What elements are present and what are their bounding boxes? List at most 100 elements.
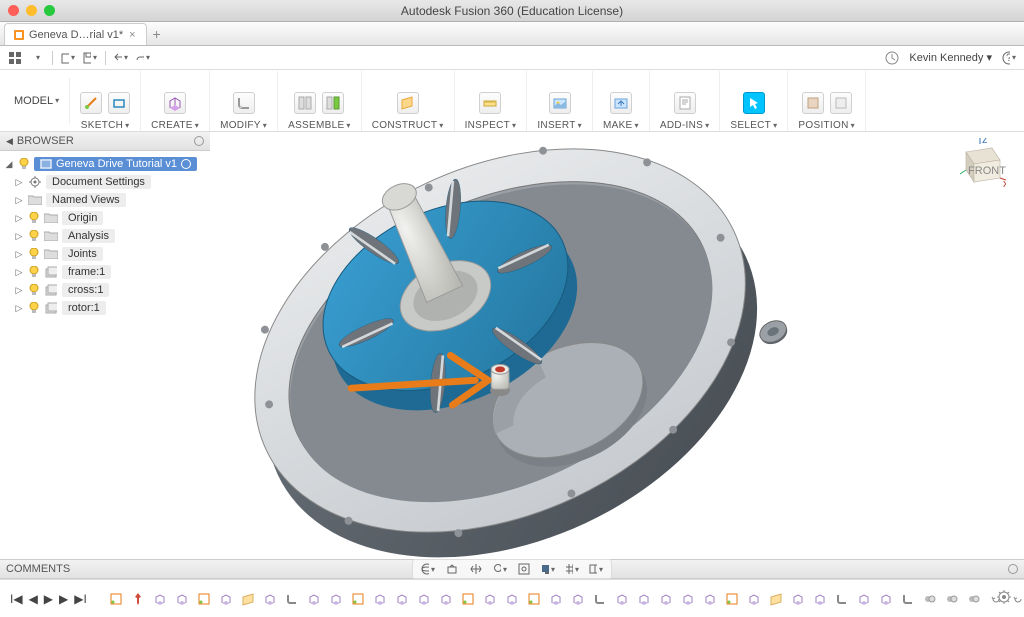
timeline-ext-icon[interactable] — [613, 590, 631, 608]
ribbon-group-create[interactable]: CREATE — [141, 71, 210, 131]
new-tab-button[interactable]: + — [147, 26, 167, 45]
tree-item[interactable]: ▷frame:1 — [2, 263, 210, 281]
zoom-window-icon[interactable] — [44, 5, 55, 16]
ribbon-group-insert[interactable]: INSERT — [527, 71, 593, 131]
ribbon-group-position[interactable]: POSITION — [788, 71, 866, 131]
timeline-ext-icon[interactable] — [789, 590, 807, 608]
ribbon-group-modify[interactable]: MODIFY — [210, 71, 278, 131]
assemble-joint-icon[interactable] — [294, 92, 316, 114]
timeline-ext-icon[interactable] — [327, 590, 345, 608]
pin-icon[interactable] — [194, 136, 204, 146]
timeline-next-button[interactable]: ▶ — [59, 592, 68, 606]
workspace-switcher[interactable]: MODEL — [4, 78, 70, 124]
caret-icon[interactable]: ▷ — [14, 231, 24, 242]
visibility-bulb-icon[interactable] — [28, 212, 40, 224]
construct-plane-icon[interactable] — [397, 92, 419, 114]
timeline-ext-icon[interactable] — [415, 590, 433, 608]
timeline-ext-icon[interactable] — [503, 590, 521, 608]
make-3dprint-icon[interactable] — [610, 92, 632, 114]
job-status-icon[interactable] — [885, 51, 899, 65]
timeline-ext-icon[interactable] — [261, 590, 279, 608]
comments-pin-icon[interactable] — [1008, 564, 1018, 574]
timeline-sketch-icon[interactable] — [459, 590, 477, 608]
timeline-ext-icon[interactable] — [745, 590, 763, 608]
ribbon-group-inspect[interactable]: INSPECT — [455, 71, 528, 131]
timeline-sketch-icon[interactable] — [107, 590, 125, 608]
sketch-create-icon[interactable] — [80, 92, 102, 114]
caret-icon[interactable]: ▷ — [14, 303, 24, 314]
timeline-ext-icon[interactable] — [701, 590, 719, 608]
timeline-ext-icon[interactable] — [437, 590, 455, 608]
inspect-measure-icon[interactable] — [479, 92, 501, 114]
timeline-sketch-icon[interactable] — [525, 590, 543, 608]
timeline-sketch-icon[interactable] — [723, 590, 741, 608]
timeline-settings-icon[interactable] — [996, 589, 1012, 608]
assemble-joint2-icon[interactable] — [322, 92, 344, 114]
timeline-plane-icon[interactable] — [767, 590, 785, 608]
tree-item[interactable]: ▷Document Settings — [2, 173, 210, 191]
timeline-pin-icon[interactable] — [129, 590, 147, 608]
tree-item[interactable]: ▷Named Views — [2, 191, 210, 209]
timeline-joint-icon[interactable] — [965, 590, 983, 608]
timeline-fil-icon[interactable] — [833, 590, 851, 608]
ribbon-group-make[interactable]: MAKE — [593, 71, 650, 131]
fit-icon[interactable] — [517, 562, 531, 576]
tree-root[interactable]: ◢ Geneva Drive Tutorial v1 — [2, 155, 210, 173]
caret-icon[interactable]: ▷ — [14, 267, 24, 278]
insert-derive-icon[interactable] — [549, 92, 571, 114]
tree-item[interactable]: ▷Analysis — [2, 227, 210, 245]
help-menu[interactable]: ? — [1002, 51, 1016, 65]
user-menu[interactable]: Kevin Kennedy ▾ — [909, 51, 992, 64]
timeline-ext-icon[interactable] — [547, 590, 565, 608]
timeline-ext-icon[interactable] — [371, 590, 389, 608]
data-panel-dropdown[interactable] — [30, 51, 44, 65]
caret-icon[interactable]: ▷ — [14, 249, 24, 260]
timeline-last-button[interactable]: ▶I — [74, 592, 87, 606]
timeline-fil-icon[interactable] — [283, 590, 301, 608]
timeline-ext-icon[interactable] — [657, 590, 675, 608]
position-revert-icon[interactable] — [830, 92, 852, 114]
timeline-joint-icon[interactable] — [921, 590, 939, 608]
timeline-ext-icon[interactable] — [811, 590, 829, 608]
file-menu[interactable] — [61, 51, 75, 65]
timeline-ext-icon[interactable] — [305, 590, 323, 608]
visibility-bulb-icon[interactable] — [28, 248, 40, 260]
timeline-ext-icon[interactable] — [877, 590, 895, 608]
ribbon-group-construct[interactable]: CONSTRUCT — [362, 71, 455, 131]
timeline-fil-icon[interactable] — [591, 590, 609, 608]
ribbon-group-assemble[interactable]: ASSEMBLE — [278, 71, 362, 131]
redo-button[interactable] — [136, 51, 150, 65]
timeline-ext-icon[interactable] — [635, 590, 653, 608]
addins-scripts-icon[interactable] — [674, 92, 696, 114]
browser-header[interactable]: ◀ BROWSER — [0, 132, 210, 151]
ribbon-group-sketch[interactable]: SKETCH — [70, 71, 141, 131]
timeline-ext-icon[interactable] — [569, 590, 587, 608]
timeline-first-button[interactable]: I◀ — [10, 592, 23, 606]
timeline-joint-icon[interactable] — [943, 590, 961, 608]
timeline-ext-icon[interactable] — [481, 590, 499, 608]
timeline-prev-button[interactable]: ◀ — [29, 592, 38, 606]
timeline-ext-icon[interactable] — [173, 590, 191, 608]
tree-item[interactable]: ▷cross:1 — [2, 281, 210, 299]
tree-item[interactable]: ▷Origin — [2, 209, 210, 227]
caret-icon[interactable]: ◢ — [4, 159, 14, 170]
timeline-ext-icon[interactable] — [393, 590, 411, 608]
timeline-ext-icon[interactable] — [217, 590, 235, 608]
caret-icon[interactable]: ▷ — [14, 177, 24, 188]
create-extrude-icon[interactable] — [164, 92, 186, 114]
caret-icon[interactable]: ▷ — [14, 213, 24, 224]
visibility-bulb-icon[interactable] — [18, 158, 30, 170]
position-capture-icon[interactable] — [802, 92, 824, 114]
zoom-icon[interactable] — [493, 562, 507, 576]
minimize-window-icon[interactable] — [26, 5, 37, 16]
timeline-sketch-icon[interactable] — [349, 590, 367, 608]
ribbon-group-select[interactable]: SELECT — [720, 71, 788, 131]
display-settings-icon[interactable] — [541, 562, 555, 576]
timeline-plane-icon[interactable] — [239, 590, 257, 608]
modify-fillet-icon[interactable] — [233, 92, 255, 114]
timeline-play-button[interactable]: ▶ — [44, 592, 53, 606]
timeline-ext-icon[interactable] — [679, 590, 697, 608]
select-arrow-icon[interactable] — [743, 92, 765, 114]
timeline-ext-icon[interactable] — [151, 590, 169, 608]
visibility-bulb-icon[interactable] — [28, 230, 40, 242]
